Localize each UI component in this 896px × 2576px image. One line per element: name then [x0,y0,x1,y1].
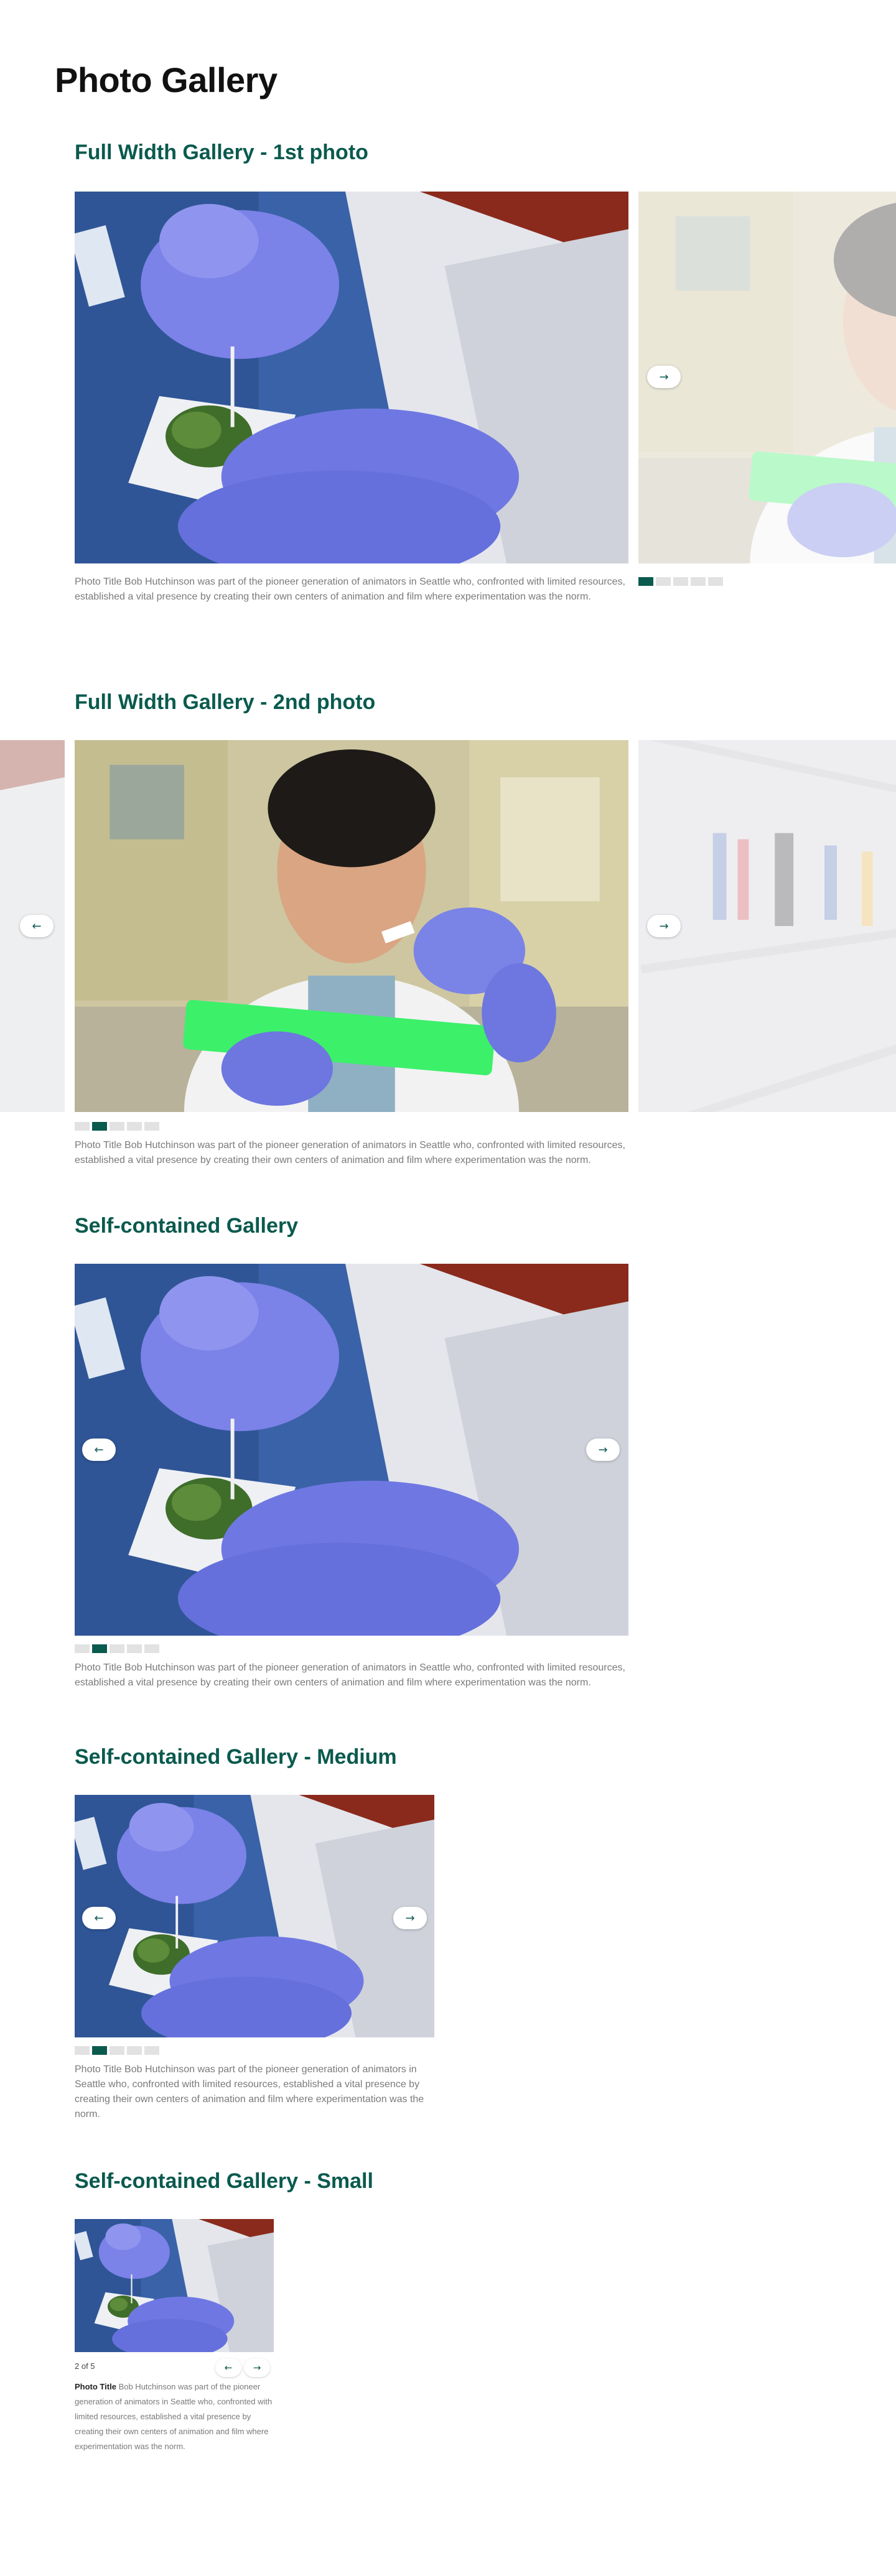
section-title-full-width-1: Full Width Gallery - 1st photo [75,141,368,164]
pagination-dot[interactable] [144,1122,159,1131]
gallery-photo-gloves [75,1264,628,1636]
photo-caption: Photo Title Bob Hutchinson was part of t… [75,2064,424,2120]
gallery-next-button[interactable]: → [586,1439,620,1461]
gallery-photo-gloves [75,1795,434,2037]
pagination-dot[interactable] [638,577,653,586]
pagination-dot[interactable] [708,577,723,586]
section-title-full-width-2: Full Width Gallery - 2nd photo [75,690,376,714]
pagination-dot[interactable] [656,577,671,586]
gallery-prev-button[interactable]: ← [20,915,54,937]
pagination-dot[interactable] [691,577,706,586]
arrow-left-icon: ← [94,1443,104,1457]
pagination-dot[interactable] [127,1644,142,1653]
pagination-dot[interactable] [110,1122,124,1131]
gallery-pagination [75,1644,159,1653]
section-title-small: Self-contained Gallery - Small [75,2169,373,2193]
pagination-dot[interactable] [127,1122,142,1131]
pagination-dot[interactable] [110,1644,124,1653]
page-title: Photo Gallery [55,60,278,100]
gallery-next-button[interactable]: → [647,366,681,388]
pagination-dot[interactable] [92,2046,107,2055]
caption-body: Bob Hutchinson was part of the pioneer g… [75,2382,273,2451]
arrow-left-icon: ← [224,2362,233,2373]
pagination-dot[interactable] [144,1644,159,1653]
photo-caption: Photo Title Bob Hutchinson was part of t… [75,577,625,602]
photo-caption: Photo Title Bob Hutchinson was part of t… [75,2379,274,2454]
slide-counter: 2 of 5 [75,2361,95,2371]
pagination-dot[interactable] [110,2046,124,2055]
arrow-left-icon: ← [32,919,42,933]
gallery-photo-gloves [75,192,628,563]
pagination-dot[interactable] [144,2046,159,2055]
gallery-pagination [75,1122,159,1131]
gallery-pagination [638,577,723,586]
pagination-dot[interactable] [75,1644,90,1653]
gallery-prev-button[interactable]: ← [215,2358,241,2377]
section-title-medium: Self-contained Gallery - Medium [75,1745,397,1769]
arrow-right-icon: → [253,2362,261,2373]
photo-caption: Photo Title Bob Hutchinson was part of t… [75,1662,625,1688]
arrow-right-icon: → [598,1443,608,1457]
gallery-photo-student [75,740,628,1112]
gallery-prev-button[interactable]: ← [82,1907,116,1929]
gallery-next-button[interactable]: → [647,915,681,937]
gallery-next-button[interactable]: → [244,2358,270,2377]
photo-caption: Photo Title Bob Hutchinson was part of t… [75,1140,625,1165]
pagination-dot[interactable] [92,1644,107,1653]
arrow-right-icon: → [659,370,669,384]
gallery-photo-gloves [75,2219,274,2352]
arrow-right-icon: → [405,1911,415,1925]
gallery-next-button[interactable]: → [393,1907,427,1929]
arrow-left-icon: ← [94,1911,104,1925]
pagination-dot[interactable] [92,1122,107,1131]
caption-title: Photo Title [75,2382,116,2391]
pagination-dot[interactable] [75,1122,90,1131]
gallery-prev-button[interactable]: ← [82,1439,116,1461]
pagination-dot[interactable] [75,2046,90,2055]
arrow-right-icon: → [659,919,669,933]
pagination-dot[interactable] [127,2046,142,2055]
pagination-dot[interactable] [673,577,688,586]
gallery-pagination [75,2046,159,2055]
section-title-self-contained: Self-contained Gallery [75,1214,298,1238]
